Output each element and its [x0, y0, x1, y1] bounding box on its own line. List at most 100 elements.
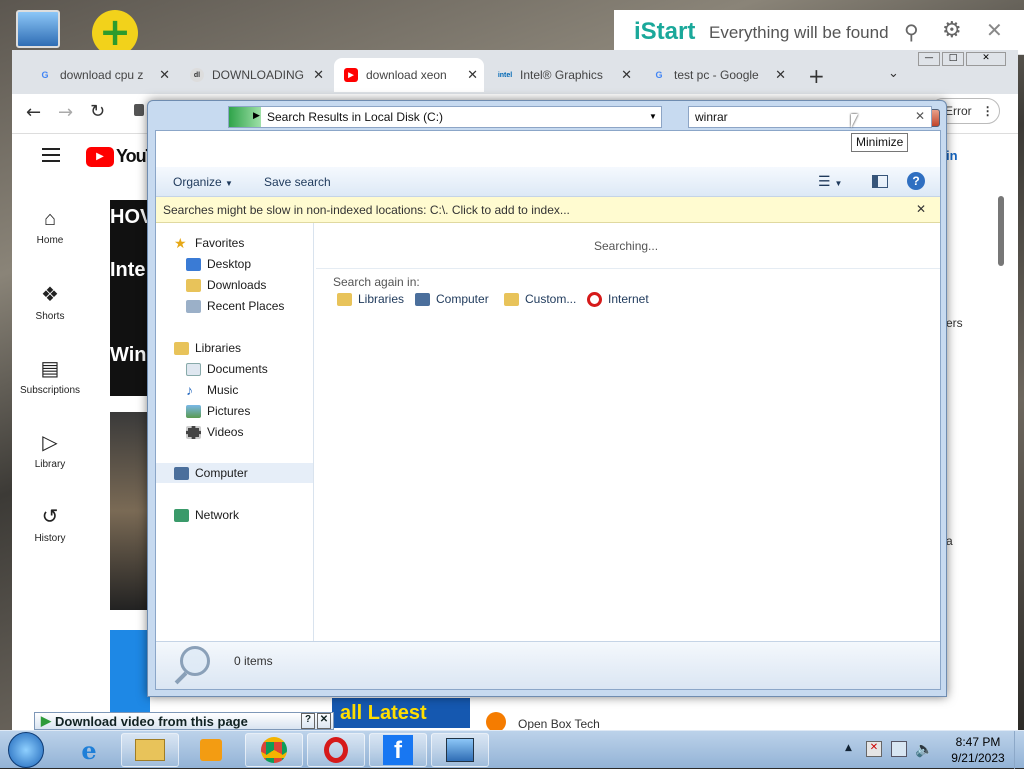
search-again-computer[interactable]: Computer — [415, 289, 489, 309]
side-text: a — [946, 534, 953, 548]
yt-nav-library[interactable]: ▷ Library — [14, 430, 86, 470]
nav-pictures[interactable]: Pictures — [186, 401, 250, 421]
yt-nav-history[interactable]: ↺ History — [14, 504, 86, 544]
clear-search-icon[interactable]: ✕ — [915, 109, 925, 123]
search-query: winrar — [695, 110, 728, 124]
search-icon[interactable]: ⚲ — [904, 20, 919, 44]
tab-downloading[interactable]: dl DOWNLOADING ✕ — [180, 58, 330, 92]
show-hidden-icons-icon[interactable]: ▲ — [845, 743, 852, 753]
forward-icon[interactable]: → — [58, 102, 73, 123]
close-icon[interactable]: ✕ — [313, 67, 324, 83]
gear-icon[interactable]: ⚙ — [942, 18, 962, 43]
menu-icon[interactable] — [42, 148, 60, 162]
window-maximize-button[interactable]: □ — [942, 52, 964, 66]
close-icon[interactable]: ✕ — [775, 67, 786, 83]
navigation-pane: ★ Favorites Desktop Downloads Recent Plac… — [156, 223, 314, 641]
preview-pane-icon[interactable] — [872, 175, 888, 188]
chevron-down-icon: ▼ — [225, 179, 233, 188]
nav-libraries[interactable]: Libraries — [174, 338, 241, 358]
reload-icon[interactable]: ↻ — [90, 101, 105, 122]
save-search-button[interactable]: Save search — [264, 175, 331, 189]
nav-videos[interactable]: Videos — [186, 422, 243, 442]
nav-label: Libraries — [195, 341, 242, 355]
close-icon[interactable]: ✕ — [986, 18, 1003, 42]
search-again-internet[interactable]: Internet — [587, 289, 649, 309]
desktop-icon — [186, 257, 201, 271]
channel-name[interactable]: Open Box Tech — [518, 717, 600, 731]
nav-network[interactable]: Network — [174, 505, 239, 525]
search-again-libraries[interactable]: Libraries — [337, 289, 404, 309]
nav-favorites[interactable]: ★ Favorites — [174, 233, 244, 253]
chevron-down-icon[interactable]: ⌄ — [888, 66, 899, 81]
address-field[interactable]: ▶ Search Results in Local Disk (C:) ▼ — [228, 106, 662, 128]
channel-avatar[interactable] — [486, 712, 506, 732]
sign-in-button[interactable]: in — [946, 148, 958, 163]
action-center-icon[interactable]: ✕ — [866, 741, 882, 757]
back-icon[interactable]: ← — [26, 102, 41, 123]
lock-icon — [134, 104, 144, 116]
search-again-custom[interactable]: Custom... — [504, 289, 576, 309]
command-bar: Organize ▼ Save search ☰ ▼ ? — [156, 167, 940, 197]
network-tray-icon[interactable] — [891, 741, 907, 757]
system-clock[interactable]: 8:47 PM 9/21/2023 — [938, 734, 1018, 766]
close-icon[interactable]: ✕ — [621, 67, 632, 83]
file-explorer-icon[interactable] — [121, 733, 179, 767]
tab-download-cpu-z[interactable]: Gdownload cpu z ✕ — [28, 58, 176, 92]
network-icon — [174, 508, 189, 522]
tab-download-xeon[interactable]: ▶ download xeon ✕ — [334, 58, 484, 92]
yt-nav-home[interactable]: ⌂ Home — [14, 208, 86, 246]
media-player-icon[interactable] — [182, 733, 240, 767]
play-icon: ▶ — [41, 713, 51, 728]
help-icon[interactable]: ? — [907, 172, 925, 190]
window-minimize-button[interactable]: — — [918, 52, 940, 66]
new-tab-button[interactable]: + — [808, 64, 825, 88]
help-icon[interactable]: ? — [301, 713, 315, 729]
close-icon[interactable]: ✕ — [916, 202, 926, 216]
organize-button[interactable]: Organize ▼ — [173, 175, 233, 189]
nav-documents[interactable]: Documents — [186, 359, 268, 379]
start-button[interactable] — [8, 732, 44, 768]
download-video-label: Download video from this page — [55, 713, 248, 729]
tab-label: DOWNLOADING — [212, 68, 305, 82]
nav-recent-places[interactable]: Recent Places — [186, 296, 284, 316]
opera-icon[interactable] — [307, 733, 365, 767]
nav-computer[interactable]: Computer — [156, 463, 313, 483]
tab-intel-graphics[interactable]: intel Intel® Graphics ✕ — [488, 58, 638, 92]
search-input[interactable]: winrar ✕ — [688, 106, 932, 128]
nav-desktop[interactable]: Desktop — [186, 254, 251, 274]
show-desktop-button[interactable] — [1014, 731, 1024, 769]
yt-nav-subscriptions[interactable]: ▤ Subscriptions — [14, 356, 86, 396]
music-icon: ♪ — [186, 381, 193, 398]
computer-desktop-icon[interactable] — [16, 10, 60, 48]
yt-nav-shorts[interactable]: ❖ Shorts — [14, 282, 86, 322]
divider — [316, 268, 940, 269]
nav-music[interactable]: ♪ Music — [186, 380, 238, 400]
download-video-bar[interactable]: ▶ Download video from this page ? ✕ — [34, 712, 334, 730]
nav-label: Documents — [207, 362, 268, 376]
control-panel-icon[interactable] — [431, 733, 489, 767]
computer-icon — [174, 466, 189, 480]
video-thumbnail[interactable]: HOV Inte Win — [110, 200, 150, 396]
breadcrumb-arrow-icon: ▶ — [253, 110, 260, 120]
chrome-icon[interactable] — [245, 733, 303, 767]
scrollbar-thumb[interactable] — [998, 196, 1004, 266]
video-thumbnail[interactable]: all Latest — [332, 698, 470, 728]
window-close-button[interactable]: ✕ — [966, 52, 1006, 66]
close-icon[interactable]: ✕ — [159, 67, 170, 83]
internet-explorer-icon[interactable]: e — [60, 733, 118, 767]
tab-test-pc-google[interactable]: Gtest pc - Google ✕ — [642, 58, 792, 92]
youtube-icon: ▶ — [344, 68, 358, 82]
tab-label: test pc - Google — [674, 68, 759, 82]
info-bar[interactable]: Searches might be slow in non-indexed lo… — [156, 197, 940, 223]
video-thumbnail[interactable] — [110, 412, 150, 610]
volume-muted-icon[interactable]: 🔈 — [915, 740, 934, 758]
organize-label: Organize — [173, 175, 222, 189]
close-icon[interactable]: ✕ — [467, 67, 478, 83]
nav-downloads[interactable]: Downloads — [186, 275, 266, 295]
facebook-icon[interactable]: f — [369, 733, 427, 767]
chevron-down-icon[interactable]: ▼ — [649, 112, 657, 121]
views-icon[interactable]: ☰ ▼ — [818, 173, 842, 190]
more-icon[interactable]: ⋮ — [982, 104, 994, 118]
close-icon[interactable]: ✕ — [317, 713, 331, 729]
istart-tagline: Everything will be found — [709, 23, 889, 42]
